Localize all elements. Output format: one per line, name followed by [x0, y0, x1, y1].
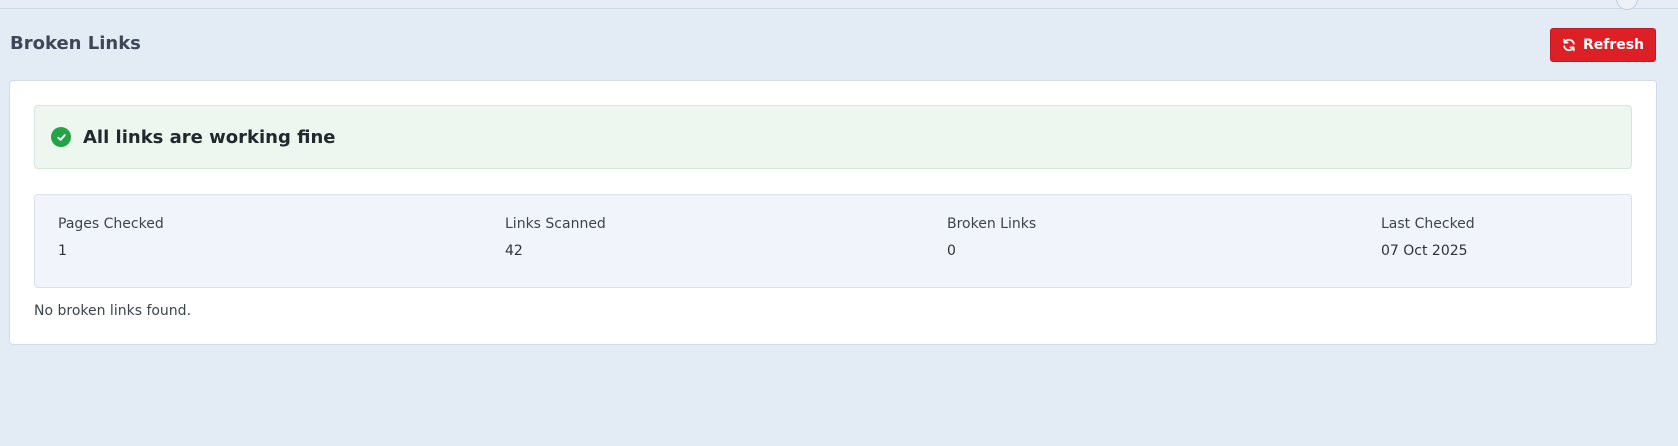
stat-label: Links Scanned	[505, 216, 606, 232]
stat-links-scanned: Links Scanned 42	[505, 215, 606, 260]
stat-label: Pages Checked	[58, 216, 164, 232]
stat-label: Broken Links	[947, 216, 1037, 232]
refresh-button-label: Refresh	[1582, 37, 1645, 53]
empty-results-message: No broken links found.	[34, 303, 192, 319]
refresh-icon	[1562, 38, 1576, 52]
stat-label: Last Checked	[1381, 216, 1475, 232]
refresh-button[interactable]: Refresh	[1550, 28, 1656, 62]
stats-panel: Pages Checked 1 Links Scanned 42 Broken …	[34, 194, 1632, 288]
status-alert: All links are working fine	[34, 105, 1632, 169]
stat-value: 0	[947, 243, 956, 259]
page-title: Broken Links	[10, 33, 141, 54]
stat-broken-links: Broken Links 0	[947, 215, 1036, 260]
top-bar	[0, 0, 1678, 9]
stat-last-checked: Last Checked 07 Oct 2025	[1381, 215, 1475, 260]
status-message: All links are working fine	[83, 126, 336, 148]
stat-pages-checked: Pages Checked 1	[58, 215, 164, 260]
check-circle-icon	[51, 127, 71, 147]
stat-value: 07 Oct 2025	[1381, 243, 1468, 259]
stat-value: 42	[505, 243, 523, 259]
stat-value: 1	[58, 243, 67, 259]
broken-links-card: All links are working fine Pages Checked…	[9, 80, 1657, 345]
